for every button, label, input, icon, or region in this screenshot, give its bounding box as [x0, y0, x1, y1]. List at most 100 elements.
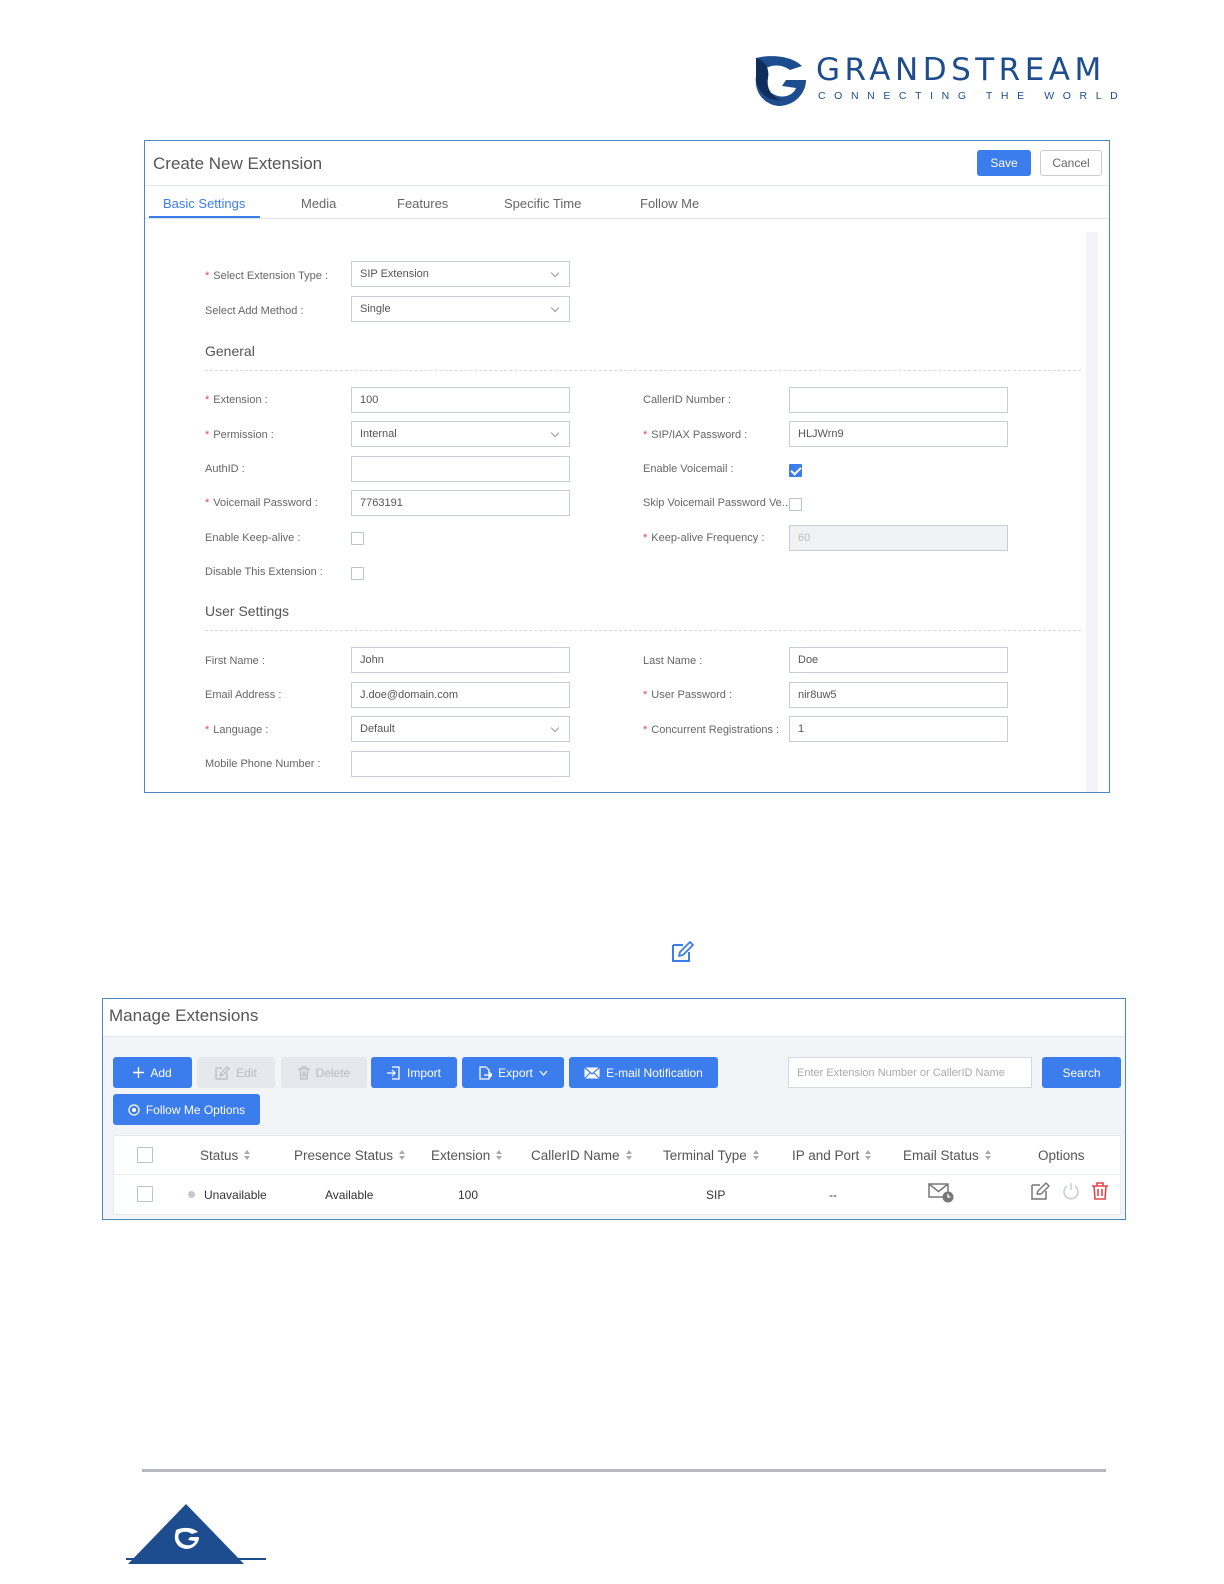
row-checkbox[interactable]	[137, 1186, 153, 1202]
follow-me-options-button[interactable]: Follow Me Options	[113, 1094, 260, 1125]
add-button[interactable]: Add	[113, 1057, 192, 1088]
edit-button-label: Edit	[236, 1065, 257, 1080]
row-presence-status: Available	[325, 1188, 374, 1202]
add-method-select[interactable]: Single	[351, 296, 570, 322]
extension-input[interactable]: 100	[351, 387, 570, 413]
export-button-label: Export	[498, 1065, 533, 1080]
trash-icon	[297, 1065, 310, 1080]
permission-select[interactable]: Internal	[351, 421, 570, 447]
email-status-icon	[928, 1183, 954, 1203]
search-input[interactable]: Enter Extension Number or CallerID Name	[788, 1057, 1032, 1088]
add-method-label: Select Add Method :	[205, 305, 304, 317]
last-name-input[interactable]: Doe	[789, 647, 1008, 673]
select-all-checkbox[interactable]	[137, 1147, 153, 1163]
table-header-divider	[114, 1174, 1120, 1175]
section-divider	[205, 630, 1081, 631]
delete-icon[interactable]	[1092, 1182, 1108, 1200]
edit-icon	[672, 941, 694, 962]
column-header-callerid-name[interactable]: CallerID Name	[531, 1148, 633, 1163]
sort-icon	[752, 1150, 760, 1161]
column-header-presence-status[interactable]: Presence Status	[294, 1148, 406, 1163]
first-name-input[interactable]: John	[351, 647, 570, 673]
column-header-extension[interactable]: Extension	[431, 1148, 503, 1163]
sort-icon	[399, 1150, 406, 1161]
edit-button[interactable]: Edit	[197, 1057, 275, 1088]
tab-media[interactable]: Media	[301, 196, 336, 211]
cancel-button[interactable]: Cancel	[1040, 150, 1102, 176]
column-header-email-status[interactable]: Email Status	[903, 1148, 992, 1163]
page-title: Create New Extension	[153, 154, 323, 173]
search-button[interactable]: Search	[1042, 1057, 1121, 1088]
sort-icon	[625, 1150, 633, 1161]
create-extension-panel: Create New Extension Save Cancel Basic S…	[144, 140, 1110, 793]
manage-extensions-panel: Manage Extensions Add Edit Delete Import…	[102, 998, 1126, 1220]
email-input[interactable]: J.doe@domain.com	[351, 682, 570, 708]
grandstream-logo: GRANDSTREAM CONNECTING THE WORLD	[752, 50, 1122, 110]
language-select[interactable]: Default	[351, 716, 570, 742]
keepalive-frequency-label: * Keep-alive Frequency :	[643, 532, 765, 544]
footer-logo-icon	[126, 1504, 266, 1564]
section-general-title: General	[205, 343, 255, 359]
enable-keepalive-checkbox[interactable]	[351, 532, 364, 545]
manage-extensions-header: Manage Extensions	[103, 999, 1125, 1037]
import-button-label: Import	[406, 1065, 441, 1080]
follow-me-options-label: Follow Me Options	[145, 1102, 246, 1117]
row-ip-port: --	[829, 1188, 837, 1202]
delete-button[interactable]: Delete	[281, 1057, 367, 1088]
plus-icon	[133, 1067, 145, 1078]
user-password-input[interactable]: nir8uw5	[789, 682, 1008, 708]
skip-voicemail-checkbox[interactable]	[789, 498, 802, 511]
email-notification-label: E-mail Notification	[606, 1065, 703, 1080]
import-button[interactable]: Import	[371, 1057, 457, 1088]
export-button[interactable]: Export	[462, 1057, 564, 1088]
extensions-table: Status Presence Status Extension CallerI…	[113, 1135, 1121, 1215]
voicemail-password-label: * Voicemail Password :	[205, 497, 318, 509]
mobile-phone-input[interactable]	[351, 751, 570, 777]
tab-bar: Basic Settings Media Features Specific T…	[145, 186, 1109, 219]
active-tab-indicator	[149, 216, 260, 218]
row-extension: 100	[458, 1188, 479, 1202]
keepalive-frequency-input[interactable]: 60	[789, 525, 1008, 551]
tab-follow-me[interactable]: Follow Me	[640, 196, 699, 211]
authid-label: AuthID :	[205, 463, 245, 475]
manage-extensions-title: Manage Extensions	[109, 1006, 259, 1025]
grandstream-logo-icon	[755, 56, 806, 106]
save-button[interactable]: Save	[977, 150, 1031, 176]
export-icon	[479, 1065, 493, 1080]
callerid-number-input[interactable]	[789, 387, 1008, 413]
row-status: Unavailable	[188, 1188, 267, 1202]
authid-input[interactable]	[351, 456, 570, 482]
permission-label: * Permission :	[205, 429, 274, 441]
column-header-status[interactable]: Status	[200, 1148, 251, 1163]
power-icon[interactable]	[1062, 1182, 1080, 1200]
tab-specific-time[interactable]: Specific Time	[504, 196, 581, 211]
tab-features[interactable]: Features	[397, 196, 448, 211]
email-notification-button[interactable]: E-mail Notification	[569, 1057, 718, 1088]
mobile-phone-label: Mobile Phone Number :	[205, 758, 321, 770]
brand-name: GRANDSTREAM	[816, 52, 1106, 88]
envelope-icon	[584, 1066, 601, 1079]
concurrent-registrations-input[interactable]: 1	[789, 716, 1008, 742]
tab-basic-settings[interactable]: Basic Settings	[163, 196, 245, 211]
row-terminal-type: SIP	[706, 1188, 726, 1202]
sort-icon	[244, 1150, 251, 1161]
row-edit-icon[interactable]	[1031, 1182, 1050, 1200]
email-label: Email Address :	[205, 689, 282, 701]
target-icon	[128, 1103, 140, 1116]
sort-icon	[865, 1150, 872, 1161]
sip-password-input[interactable]: HLJWrn9	[789, 421, 1008, 447]
callerid-number-label: CallerID Number :	[643, 394, 732, 406]
enable-voicemail-checkbox[interactable]	[789, 464, 802, 477]
extension-type-select[interactable]: SIP Extension	[351, 261, 570, 287]
enable-keepalive-label: Enable Keep-alive :	[205, 532, 301, 544]
footer-divider	[142, 1469, 1106, 1472]
column-header-ip-and-port[interactable]: IP and Port	[792, 1148, 872, 1163]
column-header-terminal-type[interactable]: Terminal Type	[663, 1148, 760, 1163]
import-icon	[386, 1065, 400, 1080]
extension-label: * Extension :	[205, 394, 268, 406]
add-button-label: Add	[150, 1065, 172, 1080]
voicemail-password-input[interactable]: 7763191	[351, 490, 570, 516]
section-divider	[205, 370, 1081, 371]
chevron-down-icon	[539, 1070, 548, 1076]
disable-extension-checkbox[interactable]	[351, 567, 364, 580]
